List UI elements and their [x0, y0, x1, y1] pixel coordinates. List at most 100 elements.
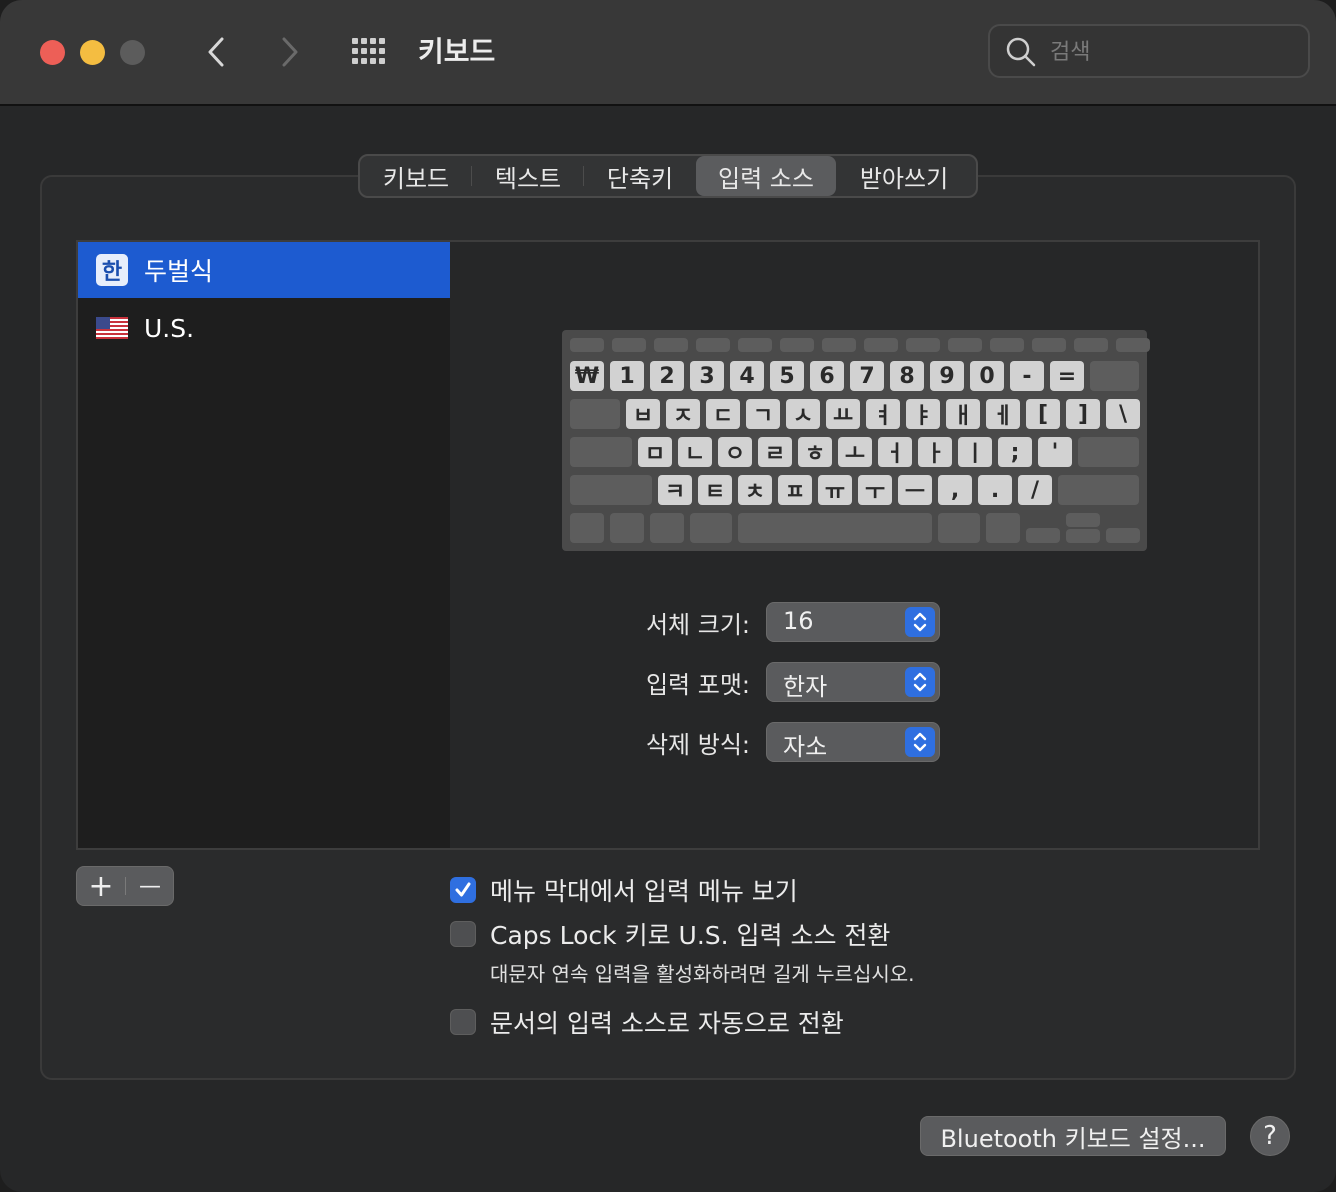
hangul-icon: 한 — [96, 254, 128, 286]
keyboard-key: [ — [1026, 399, 1060, 429]
keyboard-key: ' — [1038, 437, 1072, 467]
remove-source-button[interactable]: — — [126, 867, 174, 905]
keyboard-key: ㅠ — [818, 475, 852, 505]
delete-mode-popup[interactable]: 자소 — [766, 722, 940, 762]
show-input-menu-checkbox[interactable] — [450, 877, 476, 903]
keyboard-key: - — [1010, 361, 1044, 391]
help-button[interactable]: ? — [1250, 1116, 1290, 1156]
keyboard-key: 4 — [730, 361, 764, 391]
tab-keyboard[interactable]: 키보드 — [360, 156, 472, 196]
show-all-grid-icon[interactable] — [350, 36, 390, 68]
keyboard-key-blank — [690, 513, 732, 543]
forward-button[interactable] — [270, 30, 310, 74]
grid-dot — [379, 58, 385, 64]
keyboard-key: . — [978, 475, 1012, 505]
grid-dot — [379, 48, 385, 54]
keyboard-layout-preview: ₩1 2 3 4 5 6 7 8 9 0- = ㅂㅈㄷㄱㅅㅛㅕㅑㅐㅔ[] \ ㅁㄴㅇㄹㅎㅗㅓㅏㅣ; ' ㅋㅌㅊ… — [562, 330, 1150, 551]
keyboard-key: ㄷ — [706, 399, 740, 429]
close-window-button[interactable] — [40, 40, 65, 65]
keyboard-key: ㅑ — [906, 399, 940, 429]
keyboard-key: ㄹ — [758, 437, 792, 467]
keyboard-key: / — [1018, 475, 1052, 505]
tab-input-sources[interactable]: 입력 소스 — [696, 156, 836, 196]
grid-dot — [352, 38, 358, 44]
list-item-label: U.S. — [144, 313, 195, 343]
keyboard-key-blank — [1066, 513, 1100, 527]
keyboard-key-blank — [938, 513, 980, 543]
keyboard-key: 1 — [610, 361, 644, 391]
search-field[interactable] — [988, 24, 1310, 78]
bluetooth-keyboard-setup-button[interactable]: Bluetooth 키보드 설정... — [920, 1116, 1226, 1156]
keyboard-key-blank — [654, 338, 688, 352]
keyboard-key-blank — [948, 338, 982, 352]
list-item-us[interactable]: U.S. — [78, 300, 450, 356]
preferences-window: 키보드 키보드 텍스트 단축키 입력 소스 받아쓰기 한 두벌식 — [0, 0, 1336, 1192]
keyboard-key-blank — [1066, 529, 1100, 543]
keyboard-key-blank — [610, 513, 644, 543]
grid-dot — [361, 48, 367, 54]
tab-text[interactable]: 텍스트 — [472, 156, 584, 196]
keyboard-key-blank — [822, 338, 856, 352]
keyboard-key: ㅗ — [838, 437, 872, 467]
keyboard-key: ㅌ — [698, 475, 732, 505]
grid-dot — [352, 58, 358, 64]
search-input[interactable] — [1048, 34, 1292, 70]
keyboard-key-blank — [780, 338, 814, 352]
back-button[interactable] — [196, 30, 236, 74]
keyboard-key-blank — [570, 475, 652, 505]
caps-lock-checkbox[interactable] — [450, 921, 476, 947]
add-source-button[interactable]: + — [77, 867, 125, 905]
us-flag-icon — [96, 317, 128, 339]
keyboard-key: 2 — [650, 361, 684, 391]
grid-dot — [361, 58, 367, 64]
keyboard-key: , — [938, 475, 972, 505]
keyboard-key: ] — [1066, 399, 1100, 429]
keyboard-key: ㄱ — [746, 399, 780, 429]
keyboard-key: ㅡ — [898, 475, 932, 505]
updown-chevron-icon — [905, 727, 935, 757]
auto-switch-label: 문서의 입력 소스로 자동으로 전환 — [490, 1009, 844, 1038]
keyboard-key-blank — [906, 338, 940, 352]
keyboard-key-blank — [864, 338, 898, 352]
keyboard-key: 3 — [690, 361, 724, 391]
chevron-left-icon — [208, 37, 224, 67]
title-bar: 키보드 — [0, 0, 1336, 106]
keyboard-key-blank — [696, 338, 730, 352]
keyboard-key-blank — [1106, 528, 1140, 543]
font-size-popup[interactable]: 16 — [766, 602, 940, 642]
font-size-value: 16 — [783, 607, 814, 635]
keyboard-key: ㅐ — [946, 399, 980, 429]
keyboard-key: ㅛ — [826, 399, 860, 429]
keyboard-key-blank — [738, 513, 932, 543]
keyboard-key: ₩ — [570, 361, 604, 391]
keyboard-key-blank — [1074, 338, 1108, 352]
auto-switch-option[interactable]: 문서의 입력 소스로 자동으로 전환 — [450, 1004, 844, 1040]
auto-switch-checkbox[interactable] — [450, 1009, 476, 1035]
grid-dot — [352, 48, 358, 54]
tab-bar: 키보드 텍스트 단축키 입력 소스 받아쓰기 — [358, 154, 978, 198]
caps-lock-option[interactable]: Caps Lock 키로 U.S. 입력 소스 전환 — [450, 916, 890, 952]
caps-lock-label: Caps Lock 키로 U.S. 입력 소스 전환 — [490, 921, 891, 950]
keyboard-key: 8 — [890, 361, 924, 391]
tab-shortcuts[interactable]: 단축키 — [584, 156, 696, 196]
keyboard-key-blank — [570, 338, 604, 352]
keyboard-key: ㅣ — [958, 437, 992, 467]
keyboard-key-blank — [570, 437, 632, 467]
keyboard-key-blank — [738, 338, 772, 352]
input-format-popup[interactable]: 한자 — [766, 662, 940, 702]
tab-dictation[interactable]: 받아쓰기 — [836, 156, 972, 196]
list-item-dubeolsik[interactable]: 한 두벌식 — [78, 242, 450, 298]
keyboard-key: ㅍ — [778, 475, 812, 505]
input-source-list: 한 두벌식 U.S. — [76, 240, 452, 850]
updown-chevron-icon — [905, 607, 935, 637]
grid-dot — [370, 58, 376, 64]
keyboard-key-blank — [612, 338, 646, 352]
show-input-menu-option[interactable]: 메뉴 막대에서 입력 메뉴 보기 — [450, 872, 798, 908]
keyboard-key: = — [1050, 361, 1084, 391]
grid-dot — [379, 38, 385, 44]
minimize-window-button[interactable] — [80, 40, 105, 65]
zoom-window-button[interactable] — [120, 40, 145, 65]
list-item-label: 두벌식 — [144, 257, 214, 286]
keyboard-key-blank — [1090, 361, 1139, 391]
keyboard-key: ㅎ — [798, 437, 832, 467]
